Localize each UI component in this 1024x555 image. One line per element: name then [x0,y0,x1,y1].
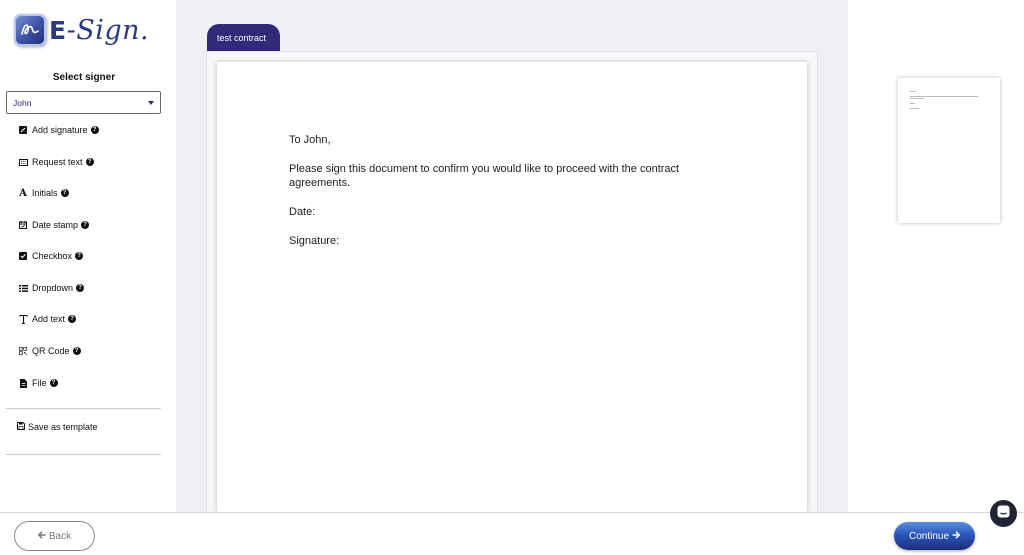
checkbox-icon [18,251,28,261]
tool-label: Date stamp [32,220,79,230]
text-cursor-icon [18,314,28,324]
floppy-disk-icon [17,422,25,432]
select-signer-label: Select signer [52,72,116,83]
tool-checkbox[interactable]: Checkbox ? [18,249,84,263]
thumb-line [910,91,916,92]
document-frame: To John, Please sign this document to co… [206,51,818,513]
tool-label: Dropdown [32,283,74,293]
tool-initials[interactable]: A Initials ? [18,186,69,200]
back-button[interactable]: Back [14,521,95,551]
divider [6,454,161,455]
signer-dropdown[interactable]: John [6,91,161,114]
tool-dropdown[interactable]: Dropdown ? [18,281,85,295]
signature-field-label: Signature: [289,235,340,247]
chat-icon [997,505,1010,523]
help-icon[interactable]: ? [81,221,90,229]
list-icon [18,283,28,293]
document-content: To John, Please sign this document to co… [289,133,709,263]
continue-button[interactable]: Continue [894,522,975,550]
tool-label: QR Code [32,346,70,356]
calendar-icon [18,220,28,230]
date-field-label: Date: [289,206,316,218]
page-thumbnails [848,0,1024,512]
initials-icon: A [19,187,27,199]
thumb-line [910,103,915,104]
save-as-template-label: Save as template [28,422,98,432]
qrcode-icon [18,346,28,356]
thumb-line [910,108,919,109]
sidebar: E-Sign. Select signer John Add signature… [0,0,176,512]
tool-label: Add signature [32,125,88,135]
document-body: Please sign this document to confirm you… [289,163,680,189]
signature-icon [18,125,28,135]
arrow-right-icon [952,530,961,542]
save-as-template-button[interactable]: Save as template [17,422,98,432]
tool-request-text[interactable]: Request text ? [18,155,94,169]
back-label: Back [48,530,72,542]
tool-label: File [32,378,47,388]
help-icon[interactable]: ? [85,158,94,166]
esign-logo-icon [14,14,46,46]
tool-label: Add text [32,314,66,324]
help-icon[interactable]: ? [76,284,85,292]
help-icon[interactable]: ? [75,252,84,260]
tool-date-stamp[interactable]: Date stamp ? [18,218,90,232]
tool-add-signature[interactable]: Add signature ? [18,123,99,137]
document-editor: test contract To John, Please sign this … [176,0,848,513]
continue-label: Continue [908,530,950,542]
tool-label: Request text [32,157,83,167]
help-icon[interactable]: ? [72,347,81,355]
help-icon[interactable]: ? [90,126,99,134]
page-thumbnail[interactable] [898,78,1000,223]
brand-name: E-Sign. [49,14,150,46]
caret-down-icon [148,101,154,105]
tool-add-text[interactable]: Add text ? [18,312,77,326]
tool-qr-code[interactable]: QR Code ? [18,344,81,358]
help-icon[interactable]: ? [49,379,58,387]
tool-file[interactable]: File ? [18,376,58,390]
divider [6,408,161,409]
arrow-left-icon [37,530,46,542]
footer-bar: Back Continue [0,512,1024,555]
help-icon[interactable]: ? [68,315,77,323]
document-page[interactable]: To John, Please sign this document to co… [217,62,807,513]
thumb-line [910,96,978,97]
signer-selected-value: John [13,98,32,108]
tool-label: Checkbox [32,251,73,261]
help-icon[interactable]: ? [60,189,69,197]
tab-document[interactable]: test contract [207,24,280,51]
document-greeting: To John, [289,134,331,146]
brand-logo[interactable]: E-Sign. [14,14,149,46]
thumb-line [910,98,924,99]
chat-widget-button[interactable] [990,500,1017,527]
tool-label: Initials [32,188,58,198]
keyboard-icon [18,157,28,167]
file-icon [18,378,28,388]
